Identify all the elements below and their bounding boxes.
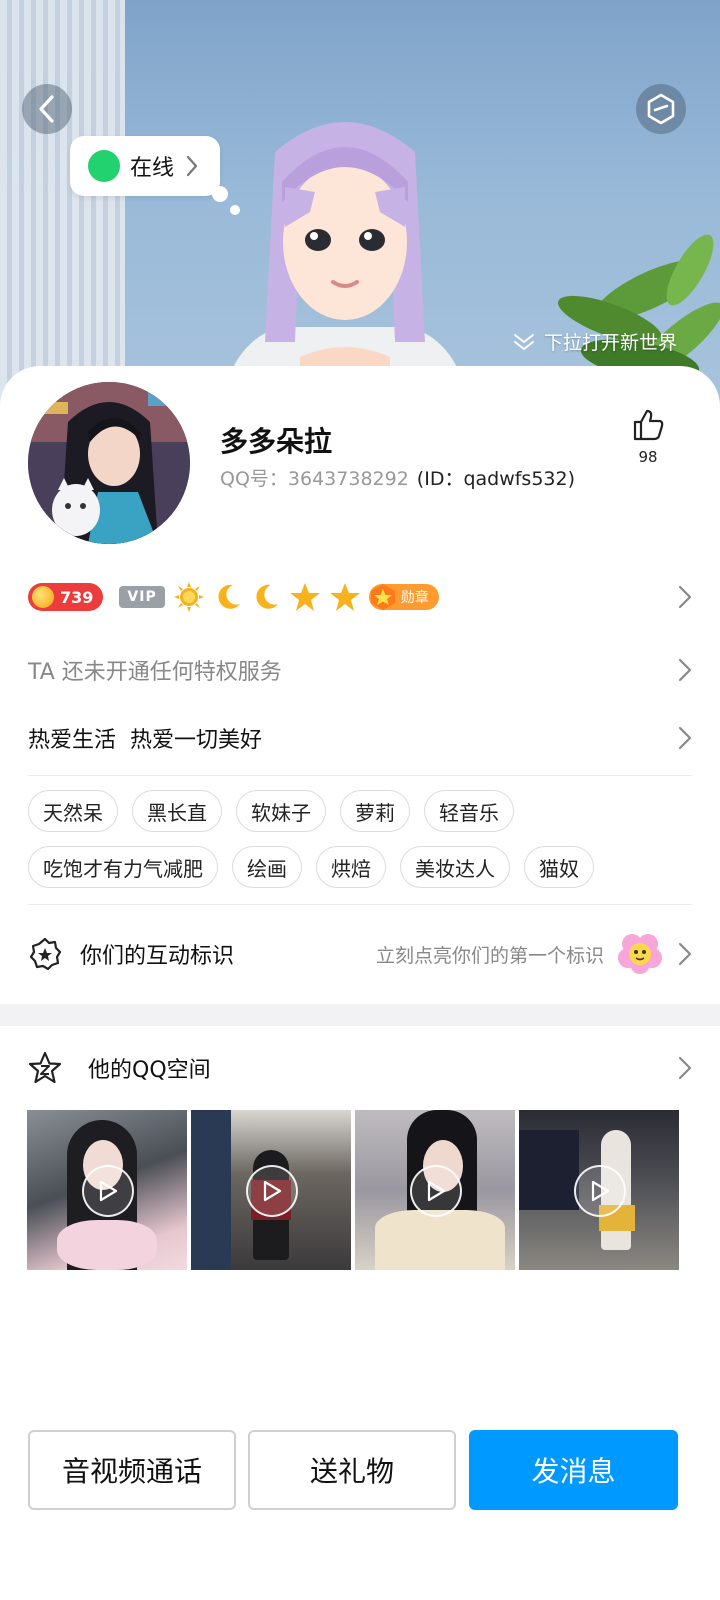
video-thumbnail[interactable] xyxy=(27,1110,187,1270)
video-thumbnail[interactable] xyxy=(519,1110,679,1270)
interest-tag[interactable]: 萝莉 xyxy=(340,790,410,832)
profile-hero-banner: 在线 下拉打开新世界 xyxy=(0,0,720,420)
send-message-button[interactable]: 发消息 xyxy=(469,1430,678,1510)
medal-label: 勋章 xyxy=(400,590,429,606)
interest-tag[interactable]: 软妹子 xyxy=(236,790,326,832)
level-star-icon xyxy=(289,583,320,611)
online-status-label: 在线 xyxy=(130,156,175,181)
chevron-right-icon xyxy=(678,585,692,609)
level-moon-icon xyxy=(218,584,240,609)
play-icon xyxy=(574,1165,626,1217)
double-chevron-down-icon xyxy=(514,333,534,350)
interaction-mark-title: 你们的互动标识 xyxy=(80,944,235,969)
super-qq-show-button[interactable] xyxy=(636,84,686,134)
interaction-mark-subtitle: 立刻点亮你们的第一个标识 xyxy=(375,944,604,967)
qq-level-badge: 739 xyxy=(28,583,104,611)
interest-tag[interactable]: 轻音乐 xyxy=(424,790,514,832)
chevron-right-icon xyxy=(678,726,692,750)
like-count: 98 xyxy=(638,448,658,466)
qzone-star-icon xyxy=(28,1051,62,1084)
level-moon-icon xyxy=(256,584,278,609)
avatar-illustration xyxy=(28,382,190,544)
sun-coin-icon xyxy=(32,586,54,608)
play-icon xyxy=(82,1165,134,1217)
qq-number-line: QQ号：3643738292 (ID：qadwfs532) xyxy=(220,464,575,491)
interest-tag[interactable]: 猫奴 xyxy=(524,846,594,888)
thumbs-up-icon xyxy=(633,409,664,441)
bubble-tail-dot xyxy=(230,205,240,215)
play-icon xyxy=(246,1165,298,1217)
chevron-right-icon xyxy=(186,155,198,177)
pull-down-hint-label: 下拉打开新世界 xyxy=(544,332,678,354)
online-status-bubble[interactable]: 在线 xyxy=(70,136,221,196)
signature-text: 热爱生活 热爱一切美好 xyxy=(28,728,262,753)
medal-star-icon xyxy=(370,584,395,610)
qq-number: QQ号：3643738292 xyxy=(220,468,409,490)
back-button[interactable] xyxy=(22,84,72,134)
flower-emoji-icon xyxy=(618,934,662,974)
divider xyxy=(28,904,692,905)
medal-badge: 勋章 xyxy=(368,584,439,610)
video-thumbnail[interactable] xyxy=(191,1110,351,1270)
privilege-row[interactable]: TA 还未开通任何特权服务 xyxy=(28,650,692,690)
qzone-row[interactable]: 他的QQ空间 xyxy=(28,1046,692,1090)
level-star-icon xyxy=(329,583,360,611)
level-sun-icon xyxy=(173,582,204,612)
send-gift-button[interactable]: 送礼物 xyxy=(248,1430,456,1510)
hero-curtain-decoration xyxy=(0,0,125,420)
badge-gear-icon xyxy=(29,937,62,971)
interest-tag[interactable]: 绘画 xyxy=(232,846,302,888)
interest-tag[interactable]: 黑长直 xyxy=(132,790,222,832)
divider xyxy=(28,775,692,776)
qq-id: (ID：qadwfs532) xyxy=(416,468,576,490)
qq-level-value: 739 xyxy=(60,587,94,607)
pull-down-hint[interactable]: 下拉打开新世界 xyxy=(512,328,677,355)
interest-tags: 天然呆 黑长直 软妹子 萝莉 轻音乐 吃饱才有力气减肥 绘画 烘焙 美妆达人 猫… xyxy=(28,790,692,888)
chevron-right-icon xyxy=(678,1056,692,1080)
privilege-text: TA 还未开通任何特权服务 xyxy=(28,660,282,685)
qzone-video-thumbnails xyxy=(27,1110,689,1270)
video-thumbnail[interactable] xyxy=(355,1110,515,1270)
avatar[interactable] xyxy=(28,382,190,544)
cube-icon xyxy=(647,93,675,125)
online-status-dot xyxy=(88,150,120,182)
badges-row[interactable]: 739 VIP 勋章 xyxy=(28,572,692,622)
play-icon xyxy=(410,1165,462,1217)
interest-tag[interactable]: 美妆达人 xyxy=(400,846,510,888)
bubble-tail-dot xyxy=(212,186,228,202)
like-button[interactable]: 98 xyxy=(622,408,674,466)
chevron-left-icon xyxy=(39,95,54,123)
interest-tag[interactable]: 吃饱才有力气减肥 xyxy=(28,846,218,888)
vip-badge: VIP xyxy=(119,586,165,608)
chevron-right-icon xyxy=(678,942,692,966)
signature-row[interactable]: 热爱生活 热爱一切美好 xyxy=(28,718,692,758)
interest-tag[interactable]: 天然呆 xyxy=(28,790,118,832)
nickname: 多多朵拉 xyxy=(220,425,333,458)
video-call-button[interactable]: 音视频通话 xyxy=(28,1430,236,1510)
qzone-title: 他的QQ空间 xyxy=(88,1058,211,1083)
interest-tag[interactable]: 烘焙 xyxy=(316,846,386,888)
profile-card: 多多朵拉 QQ号：3643738292 (ID：qadwfs532) 98 739… xyxy=(0,366,720,1600)
section-separator xyxy=(0,1004,720,1026)
interaction-mark-row[interactable]: 你们的互动标识 立刻点亮你们的第一个标识 xyxy=(28,932,692,976)
chevron-right-icon xyxy=(678,658,692,682)
